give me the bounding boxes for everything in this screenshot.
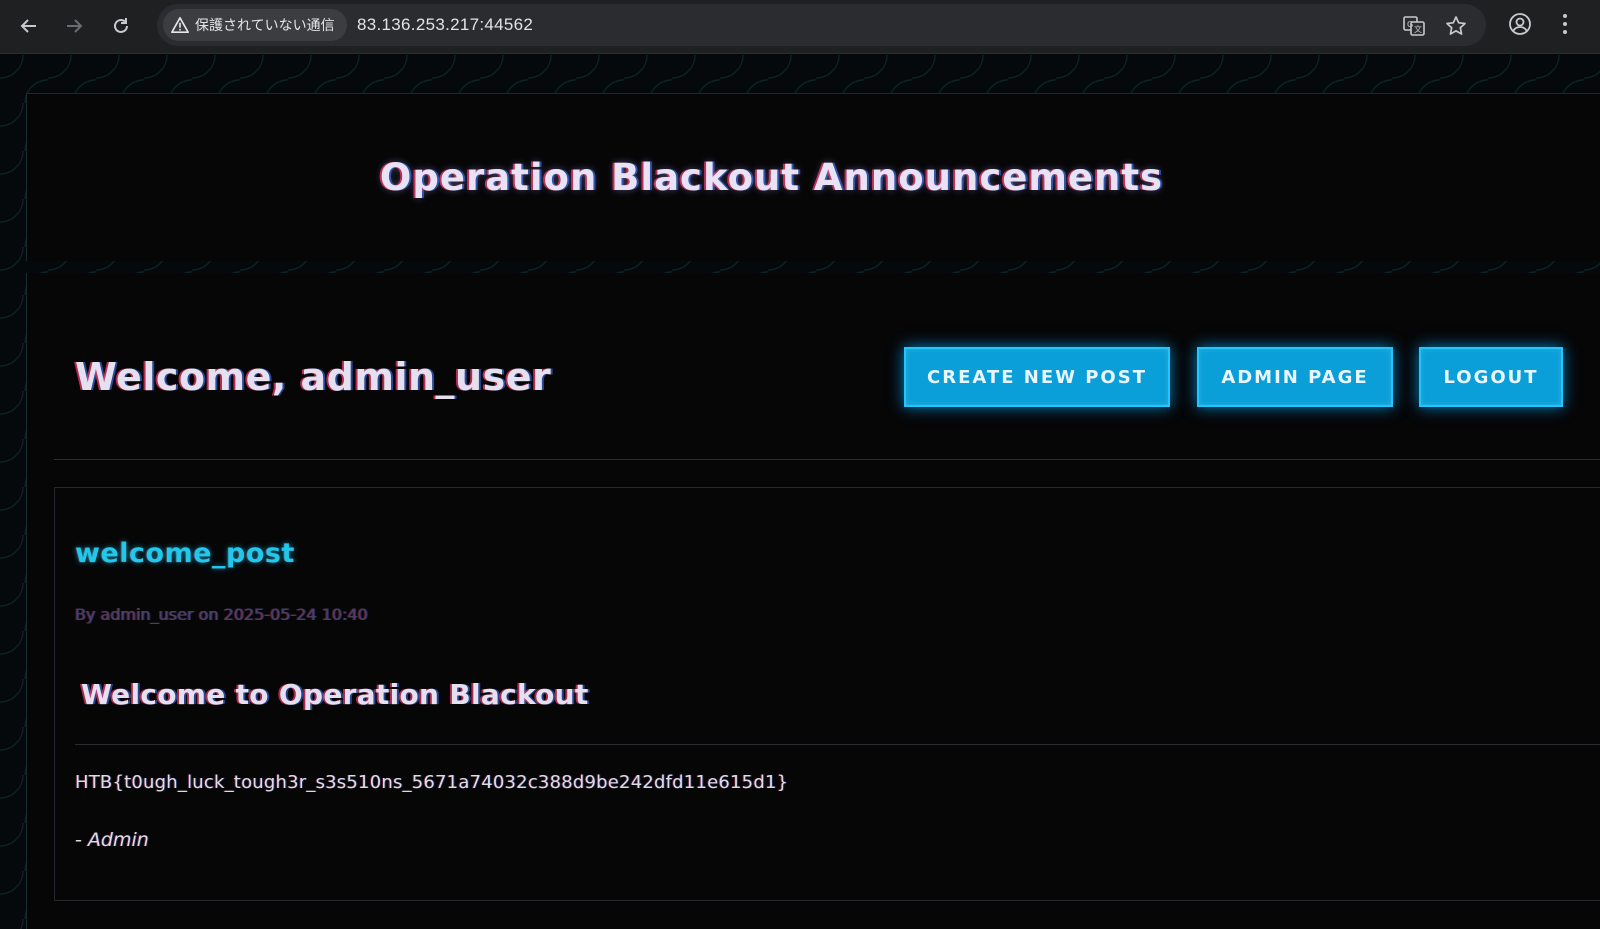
post-heading: Welcome to Operation Blackout — [81, 678, 589, 711]
bookmark-star-icon[interactable] — [1443, 13, 1469, 39]
profile-icon[interactable] — [1506, 10, 1534, 38]
page-viewport: Operation Blackout Announcements Welcome… — [0, 55, 1600, 929]
url-text[interactable]: 83.136.253.217:44562 — [357, 15, 533, 35]
divider — [54, 459, 1600, 460]
translate-icon[interactable]: G 文 — [1401, 13, 1427, 39]
reload-icon[interactable] — [106, 11, 136, 41]
kebab-menu-icon[interactable] — [1558, 10, 1572, 38]
site-title: Operation Blackout Announcements — [379, 156, 1164, 199]
site-header: Operation Blackout Announcements — [26, 93, 1600, 261]
forward-icon[interactable] — [59, 11, 89, 41]
post-card: welcome_post By admin_user on 2025-05-24… — [54, 487, 1600, 901]
post-divider — [75, 744, 1600, 745]
address-bar[interactable]: 保護されていない通信 83.136.253.217:44562 G 文 — [157, 4, 1486, 46]
post-body: HTB{t0ugh_luck_tough3r_s3s510ns_5671a740… — [75, 772, 789, 793]
svg-text:文: 文 — [1414, 24, 1422, 34]
create-new-post-button[interactable]: CREATE NEW POST — [904, 347, 1170, 407]
warning-icon — [171, 16, 189, 34]
logout-button[interactable]: LOGOUT — [1419, 347, 1563, 407]
post-signature: - Admin — [75, 829, 149, 851]
security-indicator[interactable]: 保護されていない通信 — [163, 9, 347, 41]
security-label: 保護されていない通信 — [195, 18, 335, 34]
browser-toolbar: 保護されていない通信 83.136.253.217:44562 G 文 — [0, 0, 1600, 54]
welcome-heading: Welcome, admin_user — [75, 355, 552, 399]
post-meta: By admin_user on 2025-05-24 10:40 — [75, 605, 368, 624]
svg-text:G: G — [1407, 20, 1413, 29]
dashboard-panel: Welcome, admin_user CREATE NEW POST ADMI… — [26, 273, 1600, 929]
admin-page-button[interactable]: ADMIN PAGE — [1197, 347, 1393, 407]
post-title[interactable]: welcome_post — [75, 538, 295, 569]
back-icon[interactable] — [14, 11, 44, 41]
